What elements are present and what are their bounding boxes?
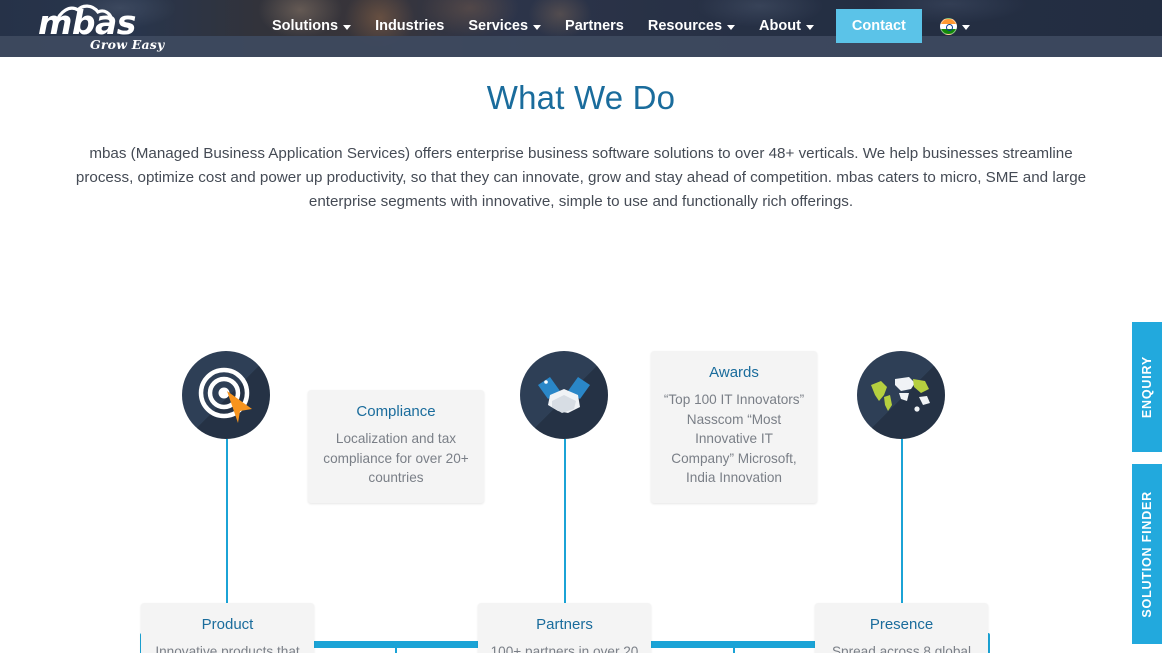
nav-item-resources[interactable]: Resources	[636, 11, 747, 41]
card-title: Partners	[536, 616, 593, 633]
card-text: Spread across 8 global offices	[831, 644, 972, 653]
card-partners: Partners 100+ partners in over 20 countr…	[478, 603, 651, 653]
language-selector[interactable]	[939, 17, 970, 35]
side-tab-solution-finder[interactable]: SOLUTION FINDER	[1132, 464, 1162, 644]
nav-label: Industries	[375, 18, 445, 34]
nav-item-services[interactable]: Services	[456, 11, 553, 41]
card-title: Awards	[709, 364, 759, 381]
side-tab-label: SOLUTION FINDER	[1140, 490, 1154, 618]
target-cursor-icon	[182, 351, 270, 439]
nav-item-about[interactable]: About	[747, 11, 826, 41]
card-text: “Top 100 IT Innovators” Nasscom “Most In…	[663, 392, 805, 485]
nav-item-solutions[interactable]: Solutions	[260, 11, 363, 41]
card-text: 100+ partners in over 20 countries	[490, 644, 639, 653]
card-title: Product	[201, 616, 254, 633]
india-flag-icon	[939, 17, 957, 35]
card-product: Product Innovative products that cater t…	[141, 603, 314, 653]
side-tab-label: ENQUIRY	[1140, 355, 1154, 419]
chevron-down-icon	[961, 24, 970, 30]
card-text: Innovative products that cater to Micro,…	[155, 644, 300, 653]
world-map-icon	[857, 351, 945, 439]
site-logo[interactable]: mbas Grow Easy	[30, 2, 200, 56]
nav-item-industries[interactable]: Industries	[363, 11, 456, 41]
what-we-do-infographic: Compliance Localization and tax complian…	[0, 230, 1162, 653]
intro-paragraph: mbas (Managed Business Application Servi…	[75, 145, 1087, 210]
nav-item-partners[interactable]: Partners	[553, 11, 636, 41]
nav-label: Partners	[565, 18, 624, 34]
logo-tagline: Grow Easy	[90, 37, 165, 52]
chevron-down-icon	[805, 24, 814, 30]
nav-label: Solutions	[272, 18, 339, 34]
card-title: Presence	[869, 616, 934, 633]
page-title: What We Do	[486, 79, 676, 116]
logo-wordmark: mbas	[38, 3, 136, 42]
card-title: Compliance	[356, 403, 436, 420]
handshake-icon	[520, 351, 608, 439]
card-presence: Presence Spread across 8 global offices	[815, 603, 988, 653]
nav-label: Resources	[647, 18, 723, 34]
chevron-down-icon	[343, 24, 352, 30]
site-header: mbas Grow Easy Solutions Industries Serv…	[0, 0, 1162, 57]
card-text: Localization and tax compliance for over…	[323, 431, 469, 485]
chevron-down-icon	[727, 24, 736, 30]
chevron-down-icon	[533, 24, 542, 30]
connector-stem-awards	[733, 644, 735, 653]
nav-label: About	[759, 18, 801, 34]
card-awards: Awards “Top 100 IT Innovators” Nasscom “…	[651, 351, 817, 503]
nav-label: Services	[468, 18, 529, 34]
connector-stem-compliance	[395, 644, 397, 653]
side-tab-enquiry[interactable]: ENQUIRY	[1132, 322, 1162, 452]
main-navigation: Solutions Industries Services Partners R…	[260, 9, 1162, 43]
card-compliance: Compliance Localization and tax complian…	[308, 390, 484, 503]
page-content: What We Do mbas (Managed Business Applic…	[0, 79, 1162, 653]
contact-button[interactable]: Contact	[835, 9, 922, 43]
